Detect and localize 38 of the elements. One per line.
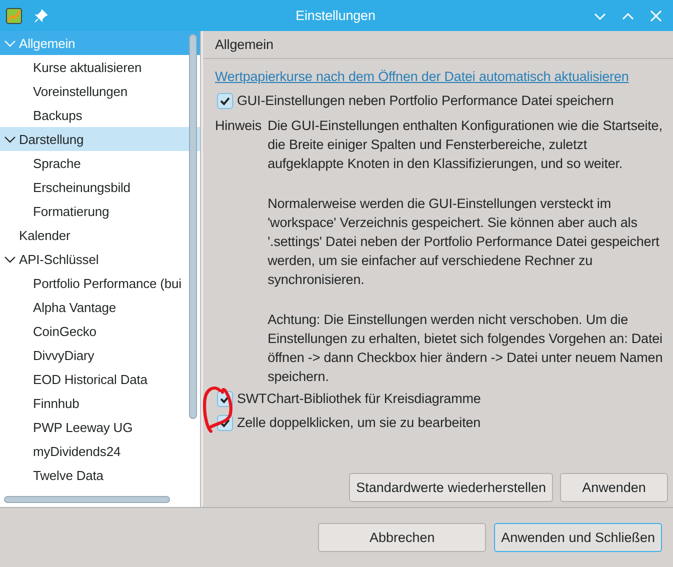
scrollbar[interactable] — [189, 34, 197, 419]
tree-item[interactable]: CoinGecko — [0, 319, 200, 343]
tree-item[interactable]: Twelve Data — [0, 463, 200, 487]
tree-item[interactable]: Backups — [0, 103, 200, 127]
note-text: Achtung: Die Einstellungen werden nicht verschoben. Um die Einstellungen zu erhalten, bietet sich folgendes Vorgehen an: Datei öffnen -> dann Checkbox hier ändern -> Datei unter neuem Namen speichern. — [268, 310, 664, 386]
tree-item[interactable]: API-Schlüssel — [0, 247, 200, 271]
tree-item[interactable]: Voreinstellungen — [0, 79, 200, 103]
tree-item[interactable]: Kalender — [0, 223, 200, 247]
tree-item[interactable]: EOD Historical Data — [0, 367, 200, 391]
page-title: Allgemein — [215, 37, 274, 52]
close-icon[interactable] — [649, 8, 663, 22]
button[interactable]: Anwenden und Schließen — [494, 523, 662, 552]
tree-item[interactable]: Sprache — [0, 151, 200, 175]
pin-icon[interactable] — [34, 8, 48, 22]
tree-item[interactable]: Darstellung — [0, 127, 200, 151]
checkbox[interactable] — [217, 92, 233, 108]
checkmark-icon — [219, 94, 231, 106]
button[interactable]: Abbrechen — [318, 523, 486, 552]
tree-item[interactable]: Finnhub — [0, 391, 200, 415]
tree-item[interactable]: Kurse aktualisieren — [0, 55, 200, 79]
tree-item[interactable]: PWP Leeway UG — [0, 415, 200, 439]
tree-item[interactable]: DivvyDiary — [0, 343, 200, 367]
window-title: Einstellungen — [294, 8, 376, 23]
note-text: Die GUI-Einstellungen enthalten Konfigurationen wie die Startseite, die Breite einiger Spalten und Fensterbereiche, zuletzt aufgeklappte Knoten in den Klassifizierungen, und so weiter. — [268, 117, 664, 174]
checkbox-label[interactable]: GUI-Einstellungen neben Portfolio Performance Datei speichern — [237, 93, 614, 108]
scrollbar[interactable] — [4, 496, 170, 503]
checkbox-label[interactable]: Zelle doppelklicken, um sie zu bearbeiten — [237, 415, 481, 430]
tree-item[interactable]: Formatierung — [0, 199, 200, 223]
button[interactable]: Anwenden — [560, 473, 668, 502]
note-text: Normalerweise werden die GUI-Einstellungen versteckt im 'workspace' Verzeichnis gespeichert. Sie können aber auch als '.settings' Datei neben der Portfolio Performance Datei gespeichert werden, um sie einfacher auf verschiedene Rechner zu synchronisieren. — [268, 194, 660, 290]
button[interactable]: Standardwerte wiederherstellen — [349, 473, 553, 502]
tree-item[interactable]: Portfolio Performance (bui — [0, 271, 200, 295]
tree-item[interactable]: myDividends24 — [0, 439, 200, 463]
tree-item[interactable]: Erscheinungsbild — [0, 175, 200, 199]
note-label: Hinweis — [215, 117, 262, 135]
checkbox-label[interactable]: SWTChart-Bibliothek für Kreisdiagramme — [237, 391, 481, 406]
chart-icon — [6, 8, 22, 24]
tree-item[interactable]: Alpha Vantage — [0, 295, 200, 319]
